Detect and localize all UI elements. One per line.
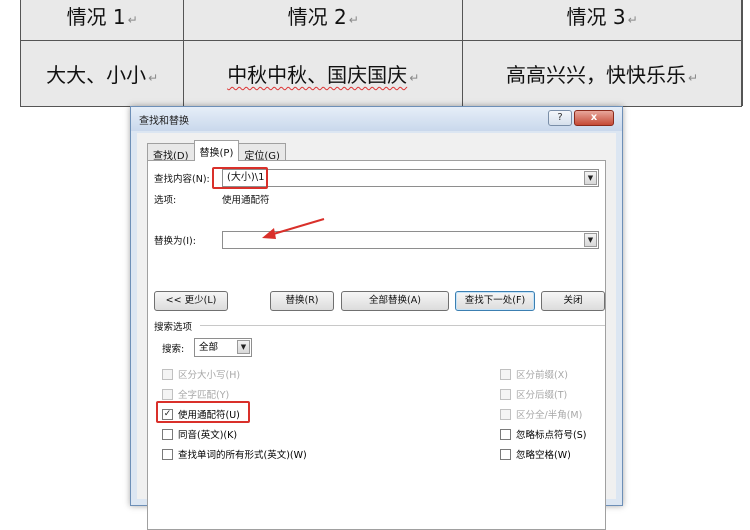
search-direction-value: 全部 <box>199 342 219 353</box>
option-match-case[interactable]: 区分大小写(H) <box>162 367 240 381</box>
wildcards-highlight-box <box>156 401 250 423</box>
dialog-title: 查找和替换 <box>139 115 189 127</box>
checkbox[interactable] <box>162 368 173 380</box>
search-direction-label: 搜索: <box>162 344 185 355</box>
checkbox[interactable] <box>162 448 173 460</box>
table-edge <box>742 0 750 106</box>
find-next-button[interactable]: 查找下一处(F) <box>455 291 535 311</box>
checkbox[interactable] <box>500 388 511 400</box>
help-button[interactable]: ? <box>548 110 572 126</box>
option-match-suffix[interactable]: 区分后缀(T) <box>500 387 567 401</box>
option-label: 同音(英文)(K) <box>178 430 238 441</box>
search-options-title: 搜索选项 <box>154 322 193 333</box>
table-header-cell: 情况 2 ↵ <box>183 0 464 41</box>
find-highlight-box <box>212 167 268 189</box>
find-input[interactable]: (大小)\1 ▼ <box>222 169 599 187</box>
option-label: 忽略标点符号(S) <box>516 430 587 441</box>
tab-replace[interactable]: 替换(P) <box>193 140 240 161</box>
less-button[interactable]: << 更少(L) <box>154 291 228 311</box>
paragraph-mark-icon: ↵ <box>348 13 359 27</box>
paragraph-mark-icon: ↵ <box>127 13 138 27</box>
option-ignore-punctuation[interactable]: 忽略标点符号(S) <box>500 427 586 441</box>
replace-button[interactable]: 替换(R) <box>270 291 334 311</box>
option-label: 忽略空格(W) <box>516 450 571 461</box>
option-label: 区分后缀(T) <box>516 390 568 401</box>
document-table: 情况 1 ↵ 情况 2 ↵ 情况 3 ↵ 大大、小小 ↵ 中秋中秋、国庆国庆 ↵ 高高兴兴… <box>19 0 742 107</box>
option-match-prefix[interactable]: 区分前缀(X) <box>500 367 568 381</box>
search-direction-select[interactable]: 全部 ▼ <box>194 338 252 357</box>
table-header-cell: 情况 1 ↵ <box>19 0 185 41</box>
paragraph-mark-icon: ↵ <box>627 13 638 27</box>
find-replace-dialog: 查找和替换 ? x 查找(D) 替换(P) 定位(G) 查找内容(N): (大小… <box>130 106 623 530</box>
checkbox[interactable] <box>162 428 173 440</box>
table-header-cell: 情况 3 ↵ <box>462 0 742 41</box>
paragraph-mark-icon: ↵ <box>688 71 699 85</box>
checkbox[interactable] <box>500 428 511 440</box>
chevron-down-icon[interactable]: ▼ <box>237 340 250 354</box>
replace-all-button[interactable]: 全部替换(A) <box>341 291 449 311</box>
find-label: 查找内容(N): <box>154 174 210 185</box>
paragraph-mark-icon: ↵ <box>148 71 159 85</box>
tab-strip: 查找(D) 替换(P) 定位(G) <box>147 140 286 162</box>
window-controls: ? x <box>548 110 614 126</box>
option-whole-word[interactable]: 全字匹配(Y) <box>162 387 229 401</box>
option-label: 区分全/半角(M) <box>516 410 583 421</box>
option-label: 全字匹配(Y) <box>178 390 230 401</box>
chevron-down-icon[interactable]: ▼ <box>584 233 597 247</box>
tab-goto[interactable]: 定位(G) <box>238 143 286 162</box>
tab-find[interactable]: 查找(D) <box>147 143 195 162</box>
chevron-down-icon[interactable]: ▼ <box>584 171 597 185</box>
checkbox[interactable] <box>500 368 511 380</box>
option-match-width[interactable]: 区分全/半角(M) <box>500 407 582 421</box>
replace-label: 替换为(I): <box>154 236 196 247</box>
option-sounds-like[interactable]: 同音(英文)(K) <box>162 427 237 441</box>
option-ignore-whitespace[interactable]: 忽略空格(W) <box>500 447 571 461</box>
table-cell: 中秋中秋、国庆国庆 ↵ <box>183 40 464 107</box>
checkbox[interactable] <box>162 388 173 400</box>
annotation-arrow-icon <box>262 218 325 239</box>
options-value: 使用通配符 <box>222 195 270 206</box>
option-all-word-forms[interactable]: 查找单词的所有形式(英文)(W) <box>162 447 307 461</box>
section-divider <box>200 325 605 326</box>
options-label: 选项: <box>154 195 177 206</box>
dialog-body: 查找(D) 替换(P) 定位(G) 查找内容(N): (大小)\1 ▼ 选项: … <box>137 133 616 530</box>
checkbox[interactable] <box>500 408 511 420</box>
option-label: 区分前缀(X) <box>516 370 568 381</box>
paragraph-mark-icon: ↵ <box>409 71 420 85</box>
checkbox[interactable] <box>500 448 511 460</box>
table-cell: 高高兴兴，快快乐乐 ↵ <box>462 40 742 107</box>
close-button[interactable]: 关闭 <box>541 291 605 311</box>
option-label: 区分大小写(H) <box>178 370 241 381</box>
close-icon[interactable]: x <box>574 110 614 126</box>
table-cell: 大大、小小 ↵ <box>19 40 185 107</box>
replace-panel: 查找内容(N): (大小)\1 ▼ 选项: 使用通配符 替换为(I): ▼ <<… <box>147 160 606 530</box>
option-label: 查找单词的所有形式(英文)(W) <box>178 450 307 461</box>
